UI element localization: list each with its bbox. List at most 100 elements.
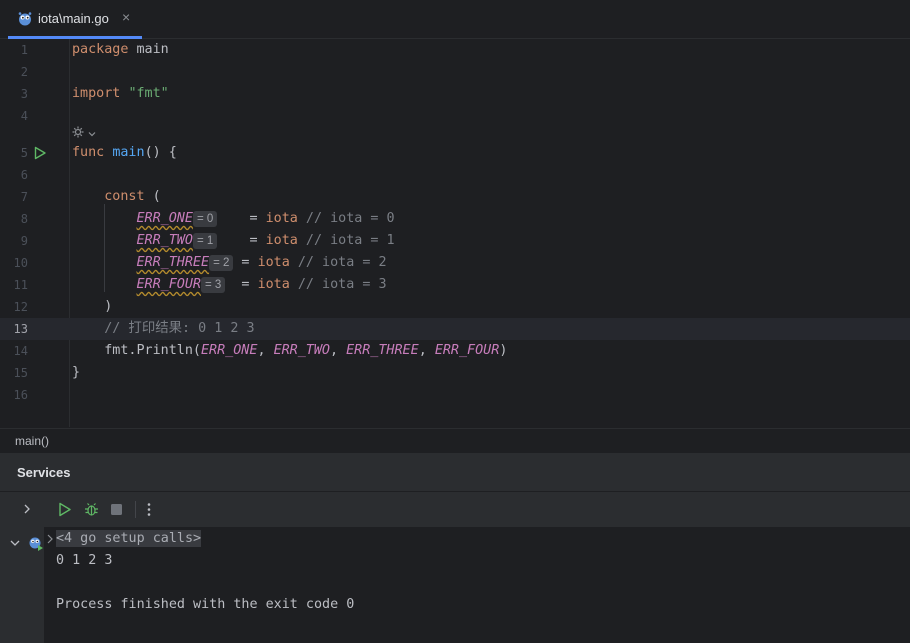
code-token: // iota = 0 [297, 211, 395, 226]
code-text: ERR_FOUR = 3 = iota // iota = 3 [72, 274, 387, 296]
code-token: ERR_TWO [136, 233, 193, 248]
code-line-13[interactable]: 13 // 打印结果: 0 1 2 3 [0, 318, 910, 340]
line-number: 16 [13, 388, 28, 402]
code-token: ERR_THREE [346, 343, 419, 358]
chevron-right-icon[interactable] [22, 503, 32, 515]
more-icon[interactable] [145, 502, 153, 517]
code-token: ERR_TWO [273, 343, 330, 358]
console-output: 0 1 2 3 [56, 553, 113, 568]
console-line-setup[interactable]: <4 go setup calls> [56, 530, 202, 547]
console-exit-message: Process finished with the exit code 0 [56, 597, 355, 612]
code-line-3[interactable]: 3 import "fmt" [0, 83, 910, 105]
toolbar-divider [135, 501, 136, 518]
setup-calls-fold[interactable]: <4 go setup calls> [56, 530, 202, 547]
code-token: // 打印结果: 0 1 2 3 [104, 321, 255, 336]
code-text: package main [72, 39, 169, 61]
code-token: main [112, 145, 145, 160]
services-tree [0, 492, 44, 643]
editor-tab-bar: iota\main.go × [0, 0, 910, 39]
line-number: 3 [20, 87, 28, 101]
code-token: const [104, 189, 145, 204]
line-number: 13 [13, 322, 28, 336]
code-token: ) [499, 343, 508, 358]
code-token: package [72, 42, 129, 57]
go-file-icon [18, 12, 32, 26]
breadcrumb: main() [0, 428, 910, 453]
code-token: , [330, 343, 347, 358]
code-token: = [225, 277, 258, 292]
tab-main-go[interactable]: iota\main.go × [8, 0, 142, 39]
code-token: fmt. [72, 343, 137, 358]
code-token: func [72, 145, 105, 160]
go-run-config-icon[interactable] [28, 535, 44, 551]
code-token: } [72, 365, 81, 380]
indent-guide [104, 204, 105, 292]
line-number: 1 [20, 43, 28, 57]
code-line-16[interactable]: 16 [0, 384, 910, 406]
code-token: , [418, 343, 435, 358]
breadcrumb-item-main[interactable]: main() [15, 434, 49, 448]
code-line-1[interactable]: 1 package main [0, 39, 910, 61]
line-number: 7 [20, 190, 28, 204]
code-token: ( [144, 189, 161, 204]
chevron-down-icon[interactable] [9, 538, 21, 548]
run-main-icon[interactable] [33, 146, 47, 160]
expand-arrow-icon[interactable] [46, 533, 54, 545]
line-number: 2 [20, 65, 28, 79]
code-line-14[interactable]: 14 fmt.Println(ERR_ONE, ERR_TWO, ERR_THR… [0, 340, 910, 362]
inlay-hint: = 0 [192, 211, 218, 227]
services-toolbar [44, 492, 910, 528]
run-icon[interactable] [58, 502, 72, 517]
services-panel-header: Services [0, 453, 910, 492]
code-editor[interactable]: 1 package main 2 3 import "fmt" 4 5 func main()… [0, 39, 910, 427]
code-token: // iota = 3 [289, 277, 387, 292]
tab-label: iota\main.go [38, 11, 109, 26]
code-token: iota [257, 277, 290, 292]
code-line-9[interactable]: 9 ERR_TWO = 1 = iota // iota = 1 [0, 230, 910, 252]
line-number: 10 [13, 256, 28, 270]
code-text: // 打印结果: 0 1 2 3 [72, 318, 255, 340]
code-line-15[interactable]: 15} [0, 362, 910, 384]
code-token: = [233, 255, 258, 270]
line-number: 5 [20, 146, 28, 160]
code-text: } [72, 362, 80, 384]
line-number: 4 [20, 109, 28, 123]
stop-icon[interactable] [110, 503, 123, 516]
code-token: // iota = 2 [289, 255, 387, 270]
code-line-4[interactable]: 4 [0, 105, 910, 127]
code-token: = [217, 211, 266, 226]
code-token: ERR_ONE [201, 343, 258, 358]
code-token: = [217, 233, 266, 248]
line-number: 9 [20, 234, 28, 248]
code-text: ) [72, 296, 112, 318]
code-token: ERR_THREE [136, 255, 210, 270]
code-text: func main() { [72, 142, 177, 164]
code-line-12[interactable]: 12 ) [0, 296, 910, 318]
inlay-hint: = 2 [209, 255, 234, 271]
code-token: main [128, 42, 169, 57]
code-token: ERR_FOUR [434, 343, 500, 358]
code-token: ERR_FOUR [136, 277, 202, 292]
line-number: 14 [13, 344, 28, 358]
code-token: ERR_ONE [136, 211, 193, 226]
code-text: const ( [72, 186, 161, 208]
code-token: import [72, 86, 121, 101]
code-line-2[interactable]: 2 [0, 61, 910, 83]
code-text: import "fmt" [72, 83, 169, 105]
code-lens-icon[interactable] [72, 126, 96, 141]
code-token: Println( [136, 343, 202, 358]
code-token: , [257, 343, 274, 358]
debug-icon[interactable] [84, 502, 99, 517]
code-line-5[interactable]: 5 func main() { [0, 142, 910, 164]
code-token: // iota = 1 [297, 233, 395, 248]
code-line-10[interactable]: 10 ERR_THREE = 2 = iota // iota = 2 [0, 252, 910, 274]
code-line-8[interactable]: 8 ERR_ONE = 0 = iota // iota = 0 [0, 208, 910, 230]
code-text: ERR_ONE = 0 = iota // iota = 0 [72, 208, 395, 230]
tab-close-icon[interactable]: × [122, 9, 130, 25]
code-line-11[interactable]: 11 ERR_FOUR = 3 = iota // iota = 3 [0, 274, 910, 296]
code-token: ) [72, 299, 113, 314]
run-console[interactable]: <4 go setup calls> 0 1 2 3 Process finis… [44, 528, 910, 643]
code-line-6[interactable]: 6 [0, 164, 910, 186]
code-line-7[interactable]: 7 const ( [0, 186, 910, 208]
